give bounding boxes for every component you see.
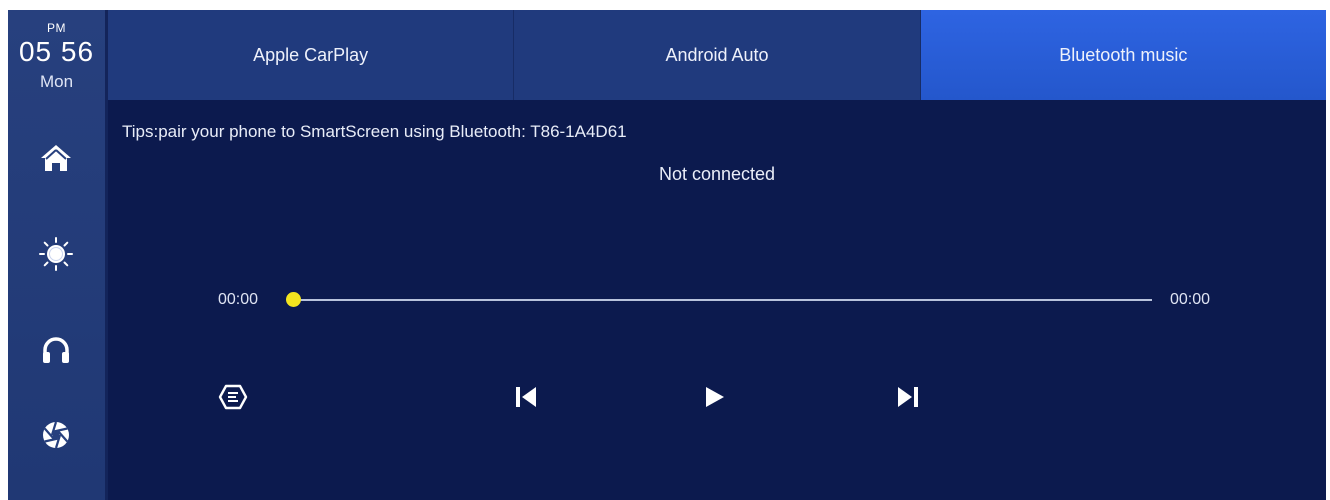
next-button[interactable] bbox=[888, 380, 928, 414]
clock-day: Mon bbox=[39, 72, 74, 91]
duration-time: 00:00 bbox=[1170, 291, 1211, 308]
play-icon bbox=[706, 387, 724, 407]
headphones-icon bbox=[43, 337, 69, 363]
aperture-icon bbox=[43, 421, 69, 449]
playlist-icon bbox=[218, 384, 248, 410]
elapsed-time: 00:00 bbox=[218, 291, 259, 308]
progress-track[interactable] bbox=[292, 299, 1152, 301]
brightness-button[interactable] bbox=[34, 232, 78, 276]
pairing-tips: Tips:pair your phone to SmartScreen usin… bbox=[122, 122, 627, 141]
clock-ampm: PM bbox=[47, 21, 66, 35]
source-tabs: Apple CarPlay Android Auto Bluetooth mus… bbox=[108, 10, 1326, 100]
play-button[interactable] bbox=[694, 380, 734, 414]
clock-time: 05 56 bbox=[18, 36, 95, 67]
connection-status: Not connected bbox=[658, 164, 776, 184]
brightness-icon bbox=[39, 237, 73, 271]
next-icon bbox=[898, 387, 918, 407]
clock: PM 05 56 Mon bbox=[8, 10, 105, 102]
tab-android-auto[interactable]: Android Auto bbox=[514, 10, 921, 100]
headphones-button[interactable] bbox=[34, 328, 78, 372]
car-screen: PM 05 56 Mon Apple CarPlay Android Auto … bbox=[8, 10, 1326, 500]
progress-knob[interactable] bbox=[286, 292, 301, 307]
home-button[interactable] bbox=[34, 136, 78, 180]
previous-button[interactable] bbox=[506, 380, 546, 414]
playlist-button[interactable] bbox=[213, 380, 253, 414]
side-rail: PM 05 56 Mon bbox=[8, 10, 108, 500]
tab-bluetooth-music[interactable]: Bluetooth music bbox=[920, 10, 1326, 100]
aperture-button[interactable] bbox=[34, 413, 78, 457]
previous-icon bbox=[516, 387, 536, 407]
tab-apple-carplay[interactable]: Apple CarPlay bbox=[108, 10, 515, 100]
home-icon bbox=[41, 145, 71, 171]
